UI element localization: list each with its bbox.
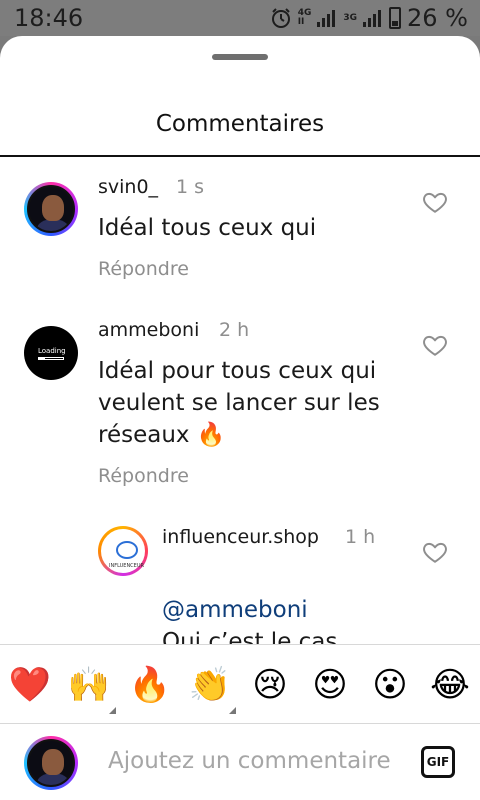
emoji-variant-indicator — [109, 707, 116, 714]
status-bar: 18:46 4G II 3G 26 % — [0, 0, 480, 36]
comment-username[interactable]: svin0_ — [98, 176, 158, 198]
signal-strength-icon — [317, 10, 336, 27]
comment-input-row: Ajoutez un commentaire GIF — [0, 724, 480, 800]
avatar-loading-bar — [38, 357, 64, 360]
comment-time: 2 h — [219, 319, 250, 341]
shop-logo-icon — [116, 541, 138, 559]
comment-time: 1 h — [345, 526, 376, 548]
battery-icon — [389, 7, 402, 29]
comment-mention[interactable]: @ammeboni — [162, 594, 402, 626]
avatar[interactable]: INFLUENCEUR — [98, 526, 148, 576]
emoji-variant-indicator — [229, 707, 236, 714]
comment-text: @ammeboni Oui c’est le cas. On vous invit… — [162, 562, 402, 644]
title-divider — [0, 155, 480, 157]
comment-time: 1 s — [176, 176, 205, 198]
avatar[interactable]: Loading — [24, 326, 78, 380]
drag-handle[interactable] — [212, 54, 268, 60]
network-4g-label: 4G II — [297, 8, 312, 27]
status-icons: 4G II 3G 26 % — [270, 4, 468, 32]
shop-logo-text: INFLUENCEUR — [109, 563, 144, 569]
comment-body: Oui c’est le cas. On vous invite à — [162, 629, 345, 644]
emoji-crying-button[interactable]: 😢 — [248, 663, 292, 707]
gif-button[interactable]: GIF — [421, 746, 455, 778]
reply-button[interactable]: Répondre — [98, 465, 189, 487]
battery-percent: 26 % — [407, 4, 468, 32]
emoji-fire-button[interactable]: 🔥 — [128, 663, 172, 707]
like-heart-icon[interactable] — [422, 332, 448, 358]
comments-sheet: Commentaires svin0_ 1 s Idéal tous ceux … — [0, 36, 480, 800]
like-heart-icon[interactable] — [422, 539, 448, 565]
emoji-surprised-button[interactable]: 😮 — [368, 663, 412, 707]
network-3g-label: 3G — [343, 12, 358, 23]
like-heart-icon[interactable] — [422, 189, 448, 215]
current-user-avatar — [24, 736, 78, 790]
emoji-laughing-button[interactable]: 😂 — [428, 663, 472, 707]
comment-username[interactable]: influenceur.shop — [162, 526, 319, 548]
avatar-loading-text: Loading — [38, 347, 66, 355]
reply-button[interactable]: Répondre — [98, 258, 189, 280]
status-time: 18:46 — [14, 4, 84, 32]
sheet-title: Commentaires — [155, 111, 325, 137]
alarm-icon — [271, 8, 290, 28]
emoji-heart-button[interactable]: ❤️ — [8, 663, 52, 707]
avatar[interactable] — [24, 182, 78, 236]
signal-strength-2-icon — [363, 10, 382, 27]
comment-text: Idéal pour tous ceux qui veulent se lanc… — [98, 358, 380, 448]
comment-username[interactable]: ammeboni — [98, 319, 199, 341]
emoji-clapping-button[interactable]: 👏 — [188, 663, 232, 707]
emoji-reaction-bar: ❤️ 🙌 🔥 👏 😢 😍 😮 😂 — [0, 644, 480, 724]
emoji-heart-eyes-button[interactable]: 😍 — [308, 663, 352, 707]
comment-text: Idéal tous ceux qui — [98, 215, 317, 241]
emoji-raised-hands-button[interactable]: 🙌 — [67, 663, 111, 707]
comment-input[interactable]: Ajoutez un commentaire — [108, 748, 400, 774]
